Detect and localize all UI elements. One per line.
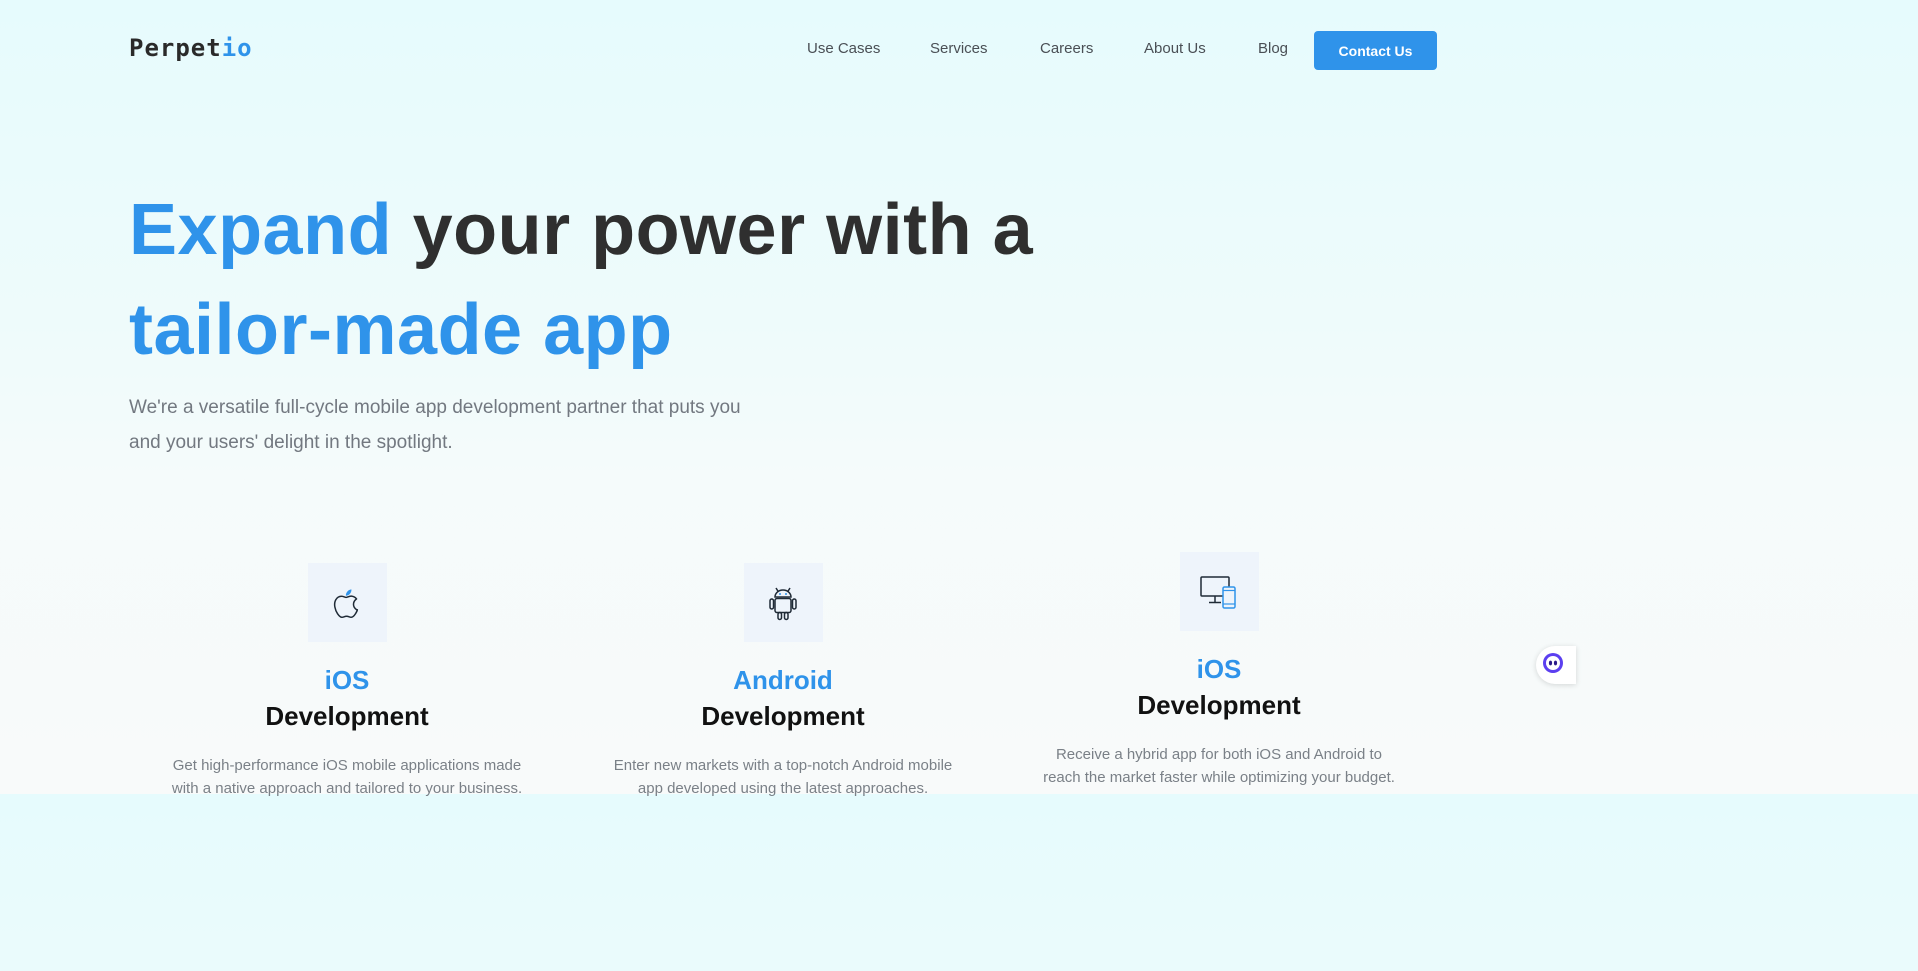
service-title-development: Development: [265, 701, 429, 731]
nav-blog[interactable]: Blog: [1258, 40, 1288, 57]
nav-about-us[interactable]: About Us: [1144, 40, 1206, 57]
service-title-development: Development: [1137, 690, 1301, 720]
site-header: Perpetio Use Cases Services Careers Abou…: [0, 0, 1568, 100]
hero-title-expand: Expand: [129, 190, 393, 270]
hero-title: Expand your power with a tailor-made app: [129, 180, 1109, 380]
service-desc: Enter new markets with a top-notch Andro…: [613, 757, 953, 797]
nav-careers[interactable]: Careers: [1040, 40, 1093, 57]
logo-accent: io: [221, 34, 253, 62]
nav-use-cases[interactable]: Use Cases: [807, 40, 880, 57]
service-title-ios: iOS: [1196, 654, 1242, 684]
nav-services[interactable]: Services: [930, 40, 988, 57]
service-desc: Get high-performance iOS mobile applicat…: [171, 757, 523, 797]
logo-main: Perpet: [129, 34, 222, 62]
apple-icon: [307, 563, 387, 642]
service-card-hybrid: iOS Development Receive a hybrid app for…: [1019, 552, 1419, 789]
service-card-android: Android Development Enter new markets wi…: [583, 563, 983, 800]
logo[interactable]: Perpetio: [129, 34, 253, 62]
devices-icon: [1179, 552, 1259, 631]
contact-us-button[interactable]: Contact Us: [1314, 31, 1437, 70]
android-icon: [743, 563, 823, 642]
chat-bot-icon: [1542, 652, 1564, 679]
hero-title-tailor: tailor-made app: [129, 290, 673, 370]
service-title-android: Android: [733, 665, 833, 695]
hero-subtitle: We're a versatile full-cycle mobile app …: [129, 397, 741, 453]
hero-title-middle: your power with a: [392, 190, 1034, 270]
service-title-development: Development: [701, 701, 865, 731]
service-card-ios: iOS Development Get high-performance iOS…: [147, 563, 547, 800]
service-title-ios: iOS: [324, 665, 370, 695]
service-desc: Receive a hybrid app for both iOS and An…: [1043, 746, 1395, 786]
chat-widget-button[interactable]: [1536, 646, 1576, 684]
